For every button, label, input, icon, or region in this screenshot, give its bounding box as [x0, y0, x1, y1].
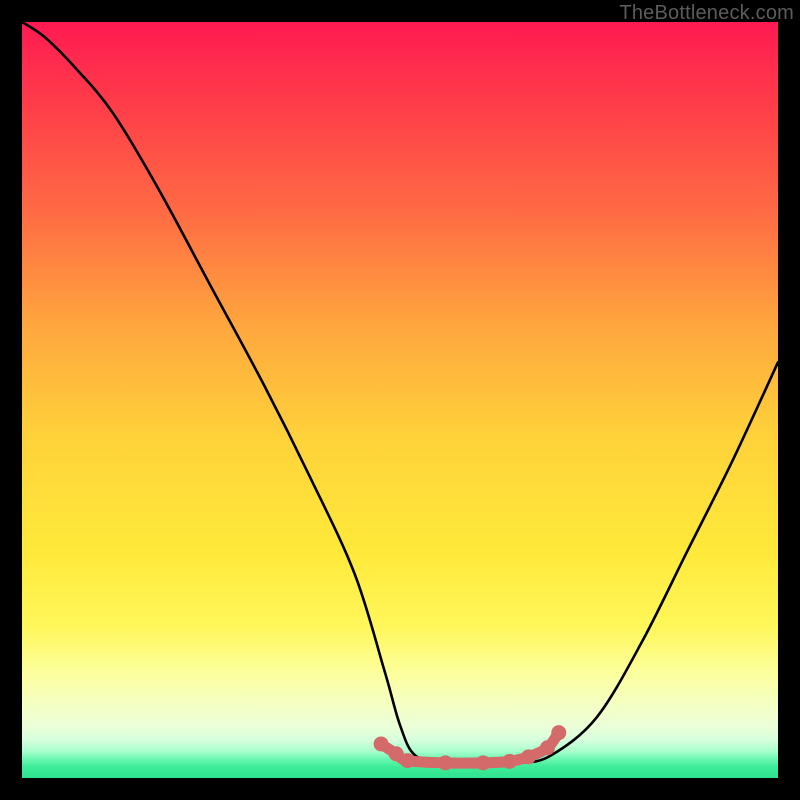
optimal-dot — [438, 755, 453, 770]
optimal-dot — [400, 753, 415, 768]
chart-frame: TheBottleneck.com — [0, 0, 800, 800]
optimal-dot — [502, 754, 517, 769]
plot-area — [22, 22, 778, 778]
curve-svg — [22, 22, 778, 778]
optimal-dot — [540, 740, 555, 755]
optimal-dot — [521, 749, 536, 764]
optimal-dot — [476, 755, 491, 770]
optimal-dot — [374, 736, 389, 751]
optimal-dot — [551, 725, 566, 740]
bottleneck-curve — [22, 22, 778, 763]
